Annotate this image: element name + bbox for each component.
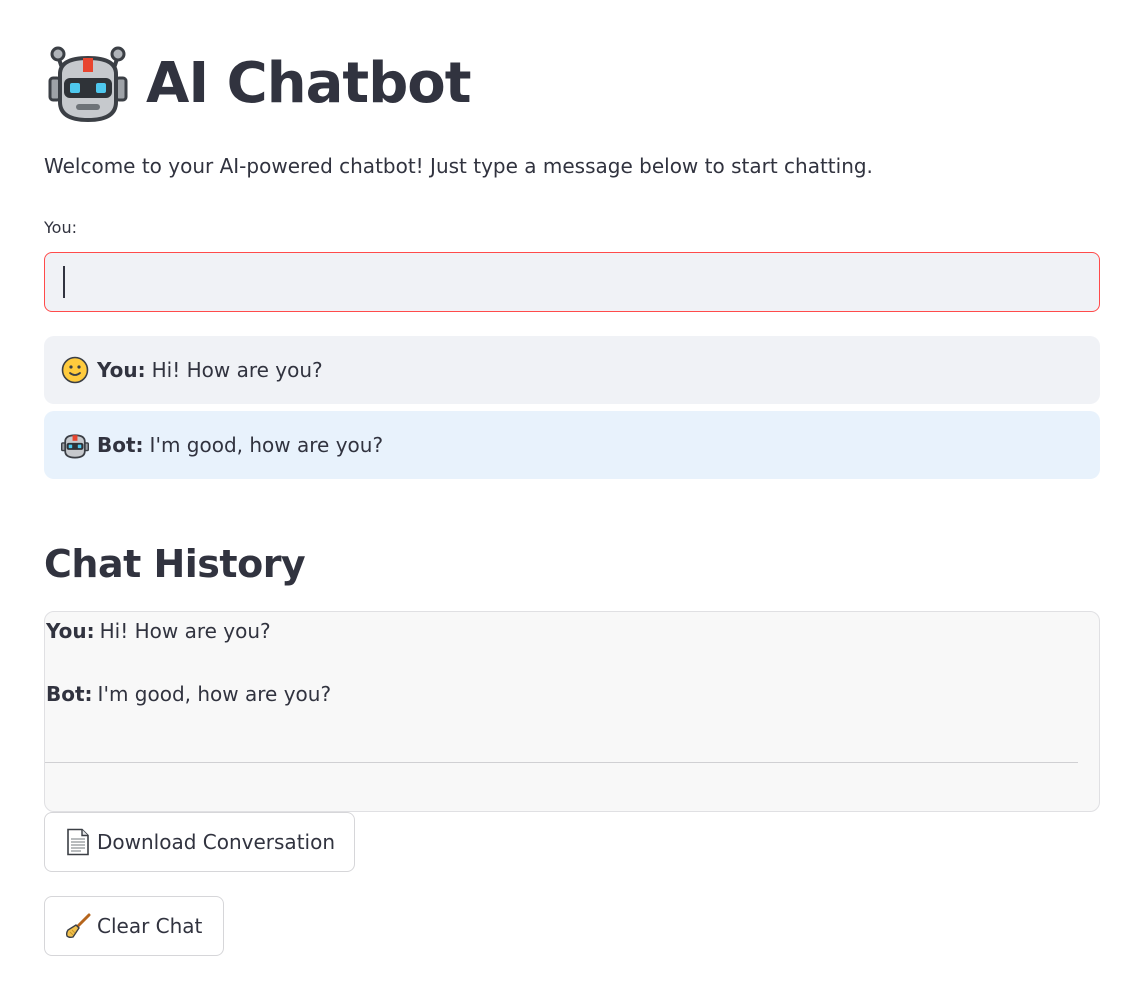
download-conversation-button[interactable]: Download Conversation — [44, 812, 355, 872]
broom-icon — [65, 913, 91, 939]
download-button-label: Download Conversation — [97, 830, 335, 854]
welcome-text: Welcome to your AI-powered chatbot! Just… — [44, 154, 873, 178]
history-entry: Bot: I'm good, how are you? — [46, 680, 331, 708]
user-message: You: Hi! How are you? — [44, 336, 1100, 404]
clear-chat-button[interactable]: Clear Chat — [44, 896, 224, 956]
message-text: Hi! How are you? — [151, 358, 323, 382]
history-text: Hi! How are you? — [99, 619, 271, 643]
message-speaker: You: — [97, 358, 146, 382]
history-speaker: Bot: — [46, 682, 93, 706]
bot-message: Bot: I'm good, how are you? — [44, 411, 1100, 479]
history-speaker: You: — [46, 619, 95, 643]
history-text: I'm good, how are you? — [97, 682, 332, 706]
message-input[interactable] — [44, 252, 1100, 312]
clear-button-label: Clear Chat — [97, 914, 203, 938]
history-entry: You: Hi! How are you? — [46, 617, 271, 645]
history-divider — [45, 762, 1078, 763]
page-document-icon — [67, 828, 89, 856]
page-title: AI Chatbot — [146, 51, 472, 116]
text-caret — [63, 266, 65, 298]
title-row: AI Chatbot — [48, 44, 472, 124]
message-text: I'm good, how are you? — [149, 433, 384, 457]
chat-history-box[interactable]: You: Hi! How are you? Bot: I'm good, how a… — [44, 611, 1100, 812]
slightly-smiling-face-icon — [61, 356, 89, 384]
message-speaker: Bot: — [97, 433, 144, 457]
input-label: You: — [44, 218, 77, 237]
robot-face-icon — [48, 46, 128, 123]
chat-history-title: Chat History — [44, 542, 306, 586]
robot-face-icon — [61, 434, 89, 459]
